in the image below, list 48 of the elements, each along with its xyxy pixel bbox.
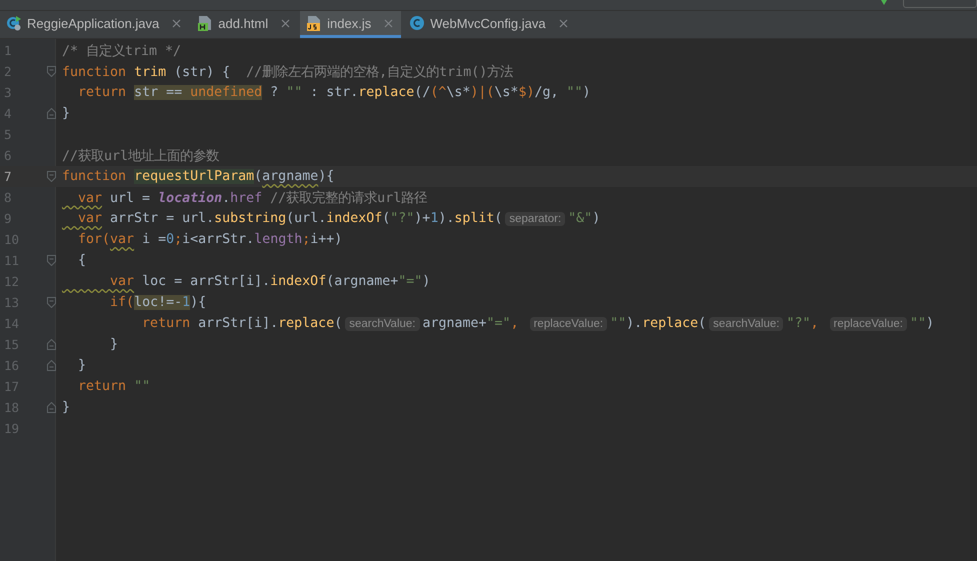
close-icon[interactable] — [384, 18, 394, 28]
js-file-icon — [306, 15, 322, 31]
code-text: { — [77, 253, 86, 268]
code-text: } — [109, 337, 118, 352]
java-class-icon — [409, 15, 426, 31]
code-text: "") — [910, 316, 934, 331]
editor-tab[interactable]: index.js — [300, 11, 402, 38]
code-text: } — [77, 358, 86, 373]
close-icon[interactable] — [281, 18, 290, 28]
editor-tab[interactable]: ReggieApplication.java — [0, 11, 190, 38]
editor-tab[interactable]: add.html — [191, 11, 298, 38]
fold-icon[interactable] — [46, 255, 56, 266]
code-text: "?", — [786, 316, 820, 331]
parameter-hint: searchValue: — [709, 316, 784, 330]
fold-icon[interactable] — [46, 108, 56, 119]
fold-icon[interactable] — [46, 297, 56, 308]
parameter-hint: separator: — [505, 212, 566, 226]
code-text: var loc = arrStr[i].indexOf(argname+"=") — [109, 274, 430, 289]
code-text: function requestUrlParam(argname){ — [62, 169, 334, 184]
code-text: } — [62, 400, 70, 415]
code-text: argname+"=", — [422, 316, 520, 331]
fold-icon[interactable] — [46, 66, 56, 77]
parameter-hint: replaceValue: — [530, 316, 608, 330]
html-file-icon — [197, 15, 214, 31]
code-text: return arrStr[i].replace( — [141, 316, 342, 331]
code-text: //获取url地址上面的参数 — [62, 148, 220, 164]
code-text: return str == undefined ? "" : str.replace(/(^\s*)|(\s*$)/g, "") — [77, 85, 591, 100]
parameter-hint: searchValue: — [345, 316, 420, 330]
close-icon[interactable] — [172, 18, 182, 28]
code-text: } — [62, 106, 70, 121]
java-class-icon — [6, 15, 22, 31]
fold-icon[interactable] — [46, 171, 56, 182]
code-text: /* 自定义trim */ — [62, 42, 182, 60]
code-text: function trim (str) { //删除左右两端的空格,自定义的trim()方法 — [62, 64, 514, 80]
code-text: "").replace( — [610, 316, 706, 331]
close-icon[interactable] — [558, 18, 568, 28]
code-text: "&") — [568, 211, 600, 226]
fold-icon[interactable] — [46, 402, 56, 413]
code-text: for(var i =0;i<arrStr.length;i++) — [77, 232, 342, 247]
code-text: var arrStr = url.substring(url.indexOf("?")+1).split( — [77, 211, 502, 226]
fold-icon[interactable] — [46, 360, 56, 371]
parameter-hint: replaceValue: — [830, 316, 907, 330]
code-text: var url = location.href //获取完整的请求url路径 — [77, 190, 428, 206]
code-text: return "" — [77, 379, 150, 394]
code-text: if(loc!=-1){ — [109, 295, 206, 310]
editor-tab[interactable]: WebMvcConfig.java — [403, 11, 576, 38]
line-number: 7 — [3, 169, 13, 184]
fold-icon[interactable] — [46, 339, 56, 350]
